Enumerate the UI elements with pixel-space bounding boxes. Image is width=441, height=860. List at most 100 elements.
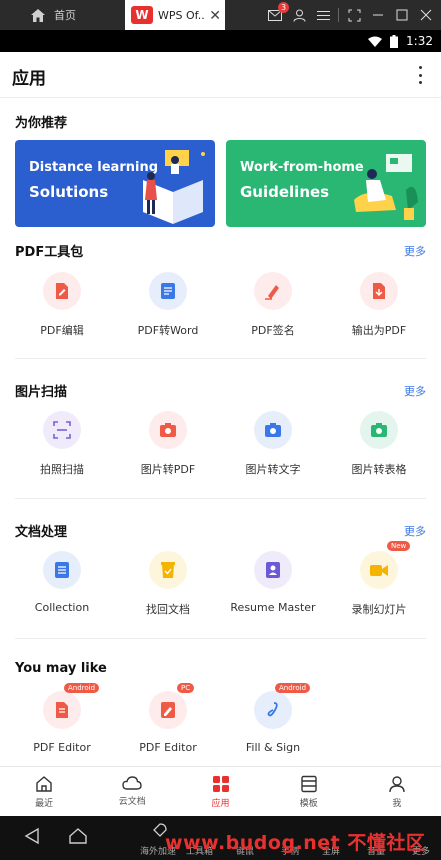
nav-label: 云文档 [118, 797, 146, 807]
resume-icon [254, 551, 292, 589]
more-link-doc[interactable]: 更多 [404, 523, 426, 539]
image-to-text-icon [254, 411, 292, 449]
new-badge: New [387, 541, 411, 551]
emulator-home-tab[interactable]: 首页 [0, 0, 125, 30]
pdf-to-word-icon [149, 272, 187, 310]
tool-photo-scan[interactable]: 拍照扫描 [7, 411, 117, 477]
scan-icon [43, 411, 81, 449]
tool-resume-master[interactable]: Resume Master [218, 551, 328, 614]
tool-pdf-edit[interactable]: PDF编辑 [7, 272, 117, 338]
more-link-pdf[interactable]: 更多 [404, 243, 426, 259]
tool-label: 图片转PDF [140, 463, 196, 476]
separator [338, 8, 339, 22]
template-icon [301, 775, 317, 793]
scan-tool-row: 拍照扫描 图片转PDF 图片转文字 图片转表格 [0, 411, 441, 491]
wifi-icon [368, 36, 383, 47]
nav-me[interactable]: 我 [353, 767, 441, 816]
user-icon[interactable] [290, 6, 308, 24]
pdf-sign-icon [254, 272, 292, 310]
battery-icon [390, 34, 399, 48]
tool-label: 图片转表格 [351, 463, 407, 476]
platform-badge: PC [177, 683, 195, 693]
recommend-title: 为你推荐 [15, 116, 68, 131]
close-icon[interactable]: ✕ [209, 8, 221, 24]
record-slides-icon: New [360, 541, 411, 589]
app-header: 应用 [0, 52, 441, 98]
tool-pdf-to-word[interactable]: PDF转Word [113, 272, 223, 338]
image-to-pdf-icon [149, 411, 187, 449]
tool-pdf-sign[interactable]: PDF签名 [218, 272, 328, 338]
nav-label: 我 [392, 799, 402, 809]
minimize-icon[interactable] [369, 6, 387, 24]
more-options-icon[interactable] [417, 66, 423, 84]
house-icon [31, 8, 45, 22]
nav-apps[interactable]: 应用 [176, 767, 264, 816]
tool-label: 录制幻灯片 [351, 603, 407, 616]
divider [15, 358, 426, 359]
banner-work-from-home[interactable]: Work-from-home Guidelines [226, 140, 426, 227]
apps-icon [212, 776, 229, 792]
tool-label: 拍照扫描 [40, 463, 84, 476]
you-may-like-row: Android PDF Editor PC PDF Editor Android… [0, 683, 441, 766]
platform-badge: Android [64, 683, 100, 693]
tool-export-pdf[interactable]: 输出为PDF [324, 272, 434, 338]
collection-icon [43, 551, 81, 589]
pdf-editor-android-icon: Android [43, 683, 100, 729]
tool-label: 找回文档 [146, 603, 190, 616]
home-icon [36, 776, 52, 792]
bottom-navigation: 最近 云文档 应用 模板 我 [0, 766, 441, 816]
back-icon[interactable] [24, 827, 40, 845]
tool-image-to-sheet[interactable]: 图片转表格 [324, 411, 434, 477]
tool-pdf-editor-android[interactable]: Android PDF Editor [7, 683, 117, 754]
tool-label: PDF转Word [137, 324, 199, 337]
menu-icon[interactable] [314, 6, 332, 24]
tool-recover-doc[interactable]: 找回文档 [113, 551, 223, 617]
tool-label: 输出为PDF [351, 324, 407, 337]
doc-tool-row: Collection 找回文档 Resume Master New 录制幻灯片 [0, 541, 441, 631]
emulator-app-tab[interactable]: W WPS Of.. ✕ [125, 0, 225, 30]
section-title-pdf: PDF工具包 [15, 245, 84, 260]
home-button-icon[interactable] [68, 827, 88, 845]
tool-label: Fill & Sign [245, 741, 301, 754]
nav-label: 应用 [211, 799, 230, 809]
mail-icon[interactable]: 3 [266, 2, 289, 24]
platform-badge: Android [275, 683, 311, 693]
tool-label: Resume Master [230, 601, 316, 614]
tool-pdf-editor-pc[interactable]: PC PDF Editor [113, 683, 223, 754]
nav-recent[interactable]: 最近 [0, 767, 88, 816]
page-title: 应用 [12, 69, 46, 89]
nav-cloud-docs[interactable]: 云文档 [88, 767, 176, 816]
export-pdf-icon [360, 272, 398, 310]
nav-label: 最近 [35, 799, 54, 809]
tool-label: PDF Editor [139, 741, 197, 754]
mail-badge: 3 [278, 2, 289, 13]
home-tab-label: 首页 [54, 9, 76, 22]
divider [15, 638, 426, 639]
nav-templates[interactable]: 模板 [265, 767, 353, 816]
tool-label: Collection [34, 601, 90, 614]
tool-image-to-pdf[interactable]: 图片转PDF [113, 411, 223, 477]
close-window-icon[interactable] [417, 6, 435, 24]
banner-distance-learning[interactable]: Distance learning Solutions [15, 140, 215, 227]
profile-icon [389, 776, 405, 793]
tool-record-slides[interactable]: New 录制幻灯片 [324, 541, 434, 617]
maximize-icon[interactable] [393, 6, 411, 24]
fill-sign-icon: Android [254, 683, 311, 729]
cloud-icon [122, 776, 142, 790]
tool-label: PDF签名 [251, 324, 295, 337]
screenshot-icon[interactable] [345, 6, 363, 24]
tool-image-to-text[interactable]: 图片转文字 [218, 411, 328, 477]
apps-content: 为你推荐 Distance learning Solutions Work-fr… [0, 98, 441, 766]
more-link-scan[interactable]: 更多 [404, 383, 426, 399]
image-to-sheet-icon [360, 411, 398, 449]
work-from-home-illustration-icon [354, 154, 418, 220]
tool-label: 图片转文字 [245, 463, 301, 476]
divider [15, 498, 426, 499]
tool-collection[interactable]: Collection [7, 551, 117, 614]
emulator-tab-bar: 首页 W WPS Of.. ✕ 3 [0, 0, 441, 30]
tool-fill-sign[interactable]: Android Fill & Sign [218, 683, 328, 754]
pdf-tool-row: PDF编辑 PDF转Word PDF签名 输出为PDF [0, 272, 441, 352]
pdf-editor-pc-icon: PC [149, 683, 195, 729]
status-bar: 1:32 [0, 30, 441, 52]
app-tab-title: WPS Of.. [158, 8, 205, 22]
